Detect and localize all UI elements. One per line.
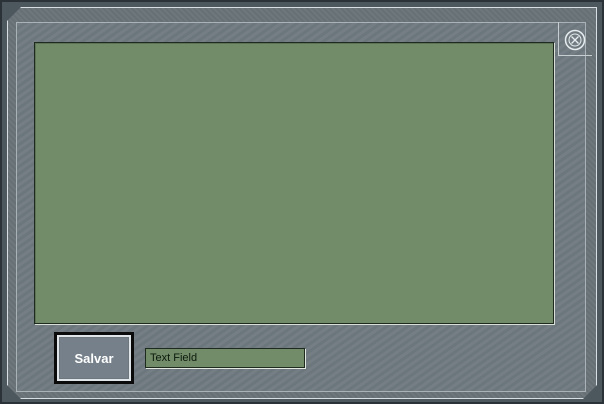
text-field[interactable]: Text Field	[145, 348, 305, 368]
display-area	[34, 42, 554, 324]
app-window: Salvar Text Field	[0, 0, 604, 404]
save-button[interactable]: Salvar	[54, 332, 134, 384]
close-icon[interactable]	[564, 29, 586, 51]
